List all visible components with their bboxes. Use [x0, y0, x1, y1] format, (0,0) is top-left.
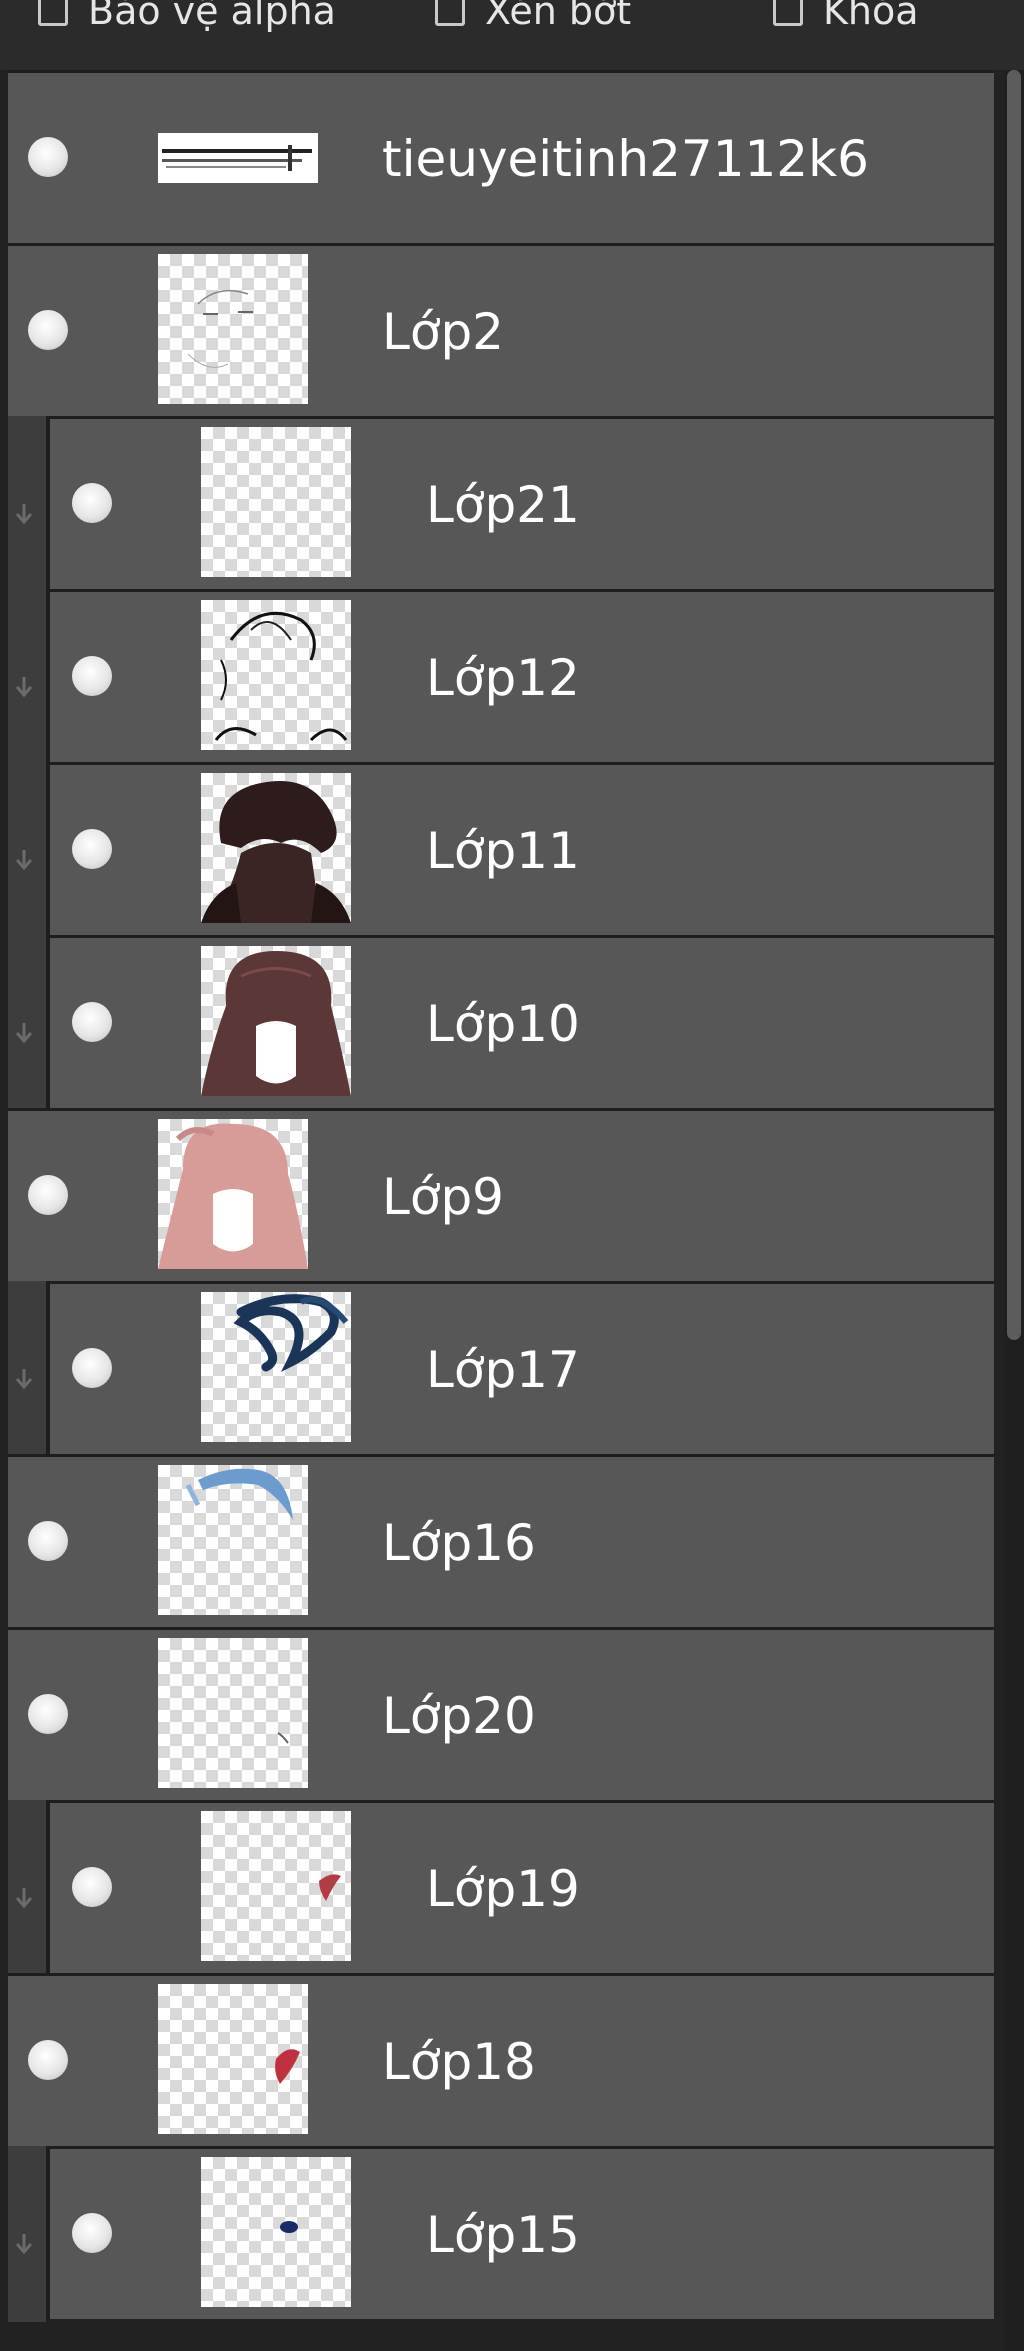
layer-name: Lớp18: [382, 2033, 536, 2091]
clipping-indicator: [8, 1281, 50, 1457]
red-mark-thumbnail-icon: [201, 1811, 351, 1961]
navy-stroke-thumbnail-icon: [201, 1292, 351, 1442]
clipping-indicator: [8, 762, 50, 938]
protect-alpha-label: Bảo vệ alpha: [88, 0, 336, 33]
layer-row[interactable]: Lớp20: [8, 1627, 994, 1800]
lock-checkbox[interactable]: [773, 0, 803, 26]
layer-row[interactable]: Lớp2: [8, 243, 994, 416]
layer-row[interactable]: Lớp21: [8, 416, 994, 592]
visibility-eye-icon[interactable]: [72, 1867, 112, 1907]
visibility-eye-icon[interactable]: [28, 2040, 68, 2080]
layer-name: Lớp19: [426, 1860, 580, 1918]
red-mark-thumbnail-icon: [158, 1984, 308, 2134]
clip-arrow-icon: [15, 677, 33, 698]
layer-row[interactable]: Lớp9: [8, 1108, 994, 1281]
clipping-indicator: [8, 935, 50, 1111]
layer-name: Lớp9: [382, 1168, 504, 1226]
layer-row[interactable]: Lớp17: [8, 1281, 994, 1457]
visibility-eye-icon[interactable]: [72, 2213, 112, 2253]
dark-hair-thumbnail-icon: [201, 773, 351, 923]
layer-name: Lớp15: [426, 2206, 580, 2264]
clip-arrow-icon: [15, 2234, 33, 2255]
layer-name: Lớp10: [426, 995, 580, 1053]
lineart-thumbnail-icon: [201, 600, 351, 750]
layer-name: Lớp16: [382, 1514, 536, 1572]
clipping-indicator: [8, 416, 50, 592]
protect-alpha-checkbox[interactable]: [38, 0, 68, 26]
layer-row[interactable]: Lớp11: [8, 762, 994, 938]
pink-hair-thumbnail-icon: [158, 1119, 308, 1269]
layer-options-bar: Bảo vệ alpha Xén bớt Khóa: [0, 0, 1024, 70]
clip-arrow-icon: [15, 1023, 33, 1044]
blue-stroke-thumbnail-icon: [158, 1465, 308, 1615]
clip-arrow-icon: [15, 1888, 33, 1909]
sketch-thumbnail-icon: [158, 254, 308, 404]
small-mark-thumbnail-icon: [158, 1638, 308, 1788]
layer-row[interactable]: Lớp16: [8, 1454, 994, 1627]
layer-list: tieuyeitinh27112k6 Lớp2 Lớp21 Lớp12 Lớp1…: [8, 70, 994, 2351]
visibility-eye-icon[interactable]: [72, 1348, 112, 1388]
visibility-eye-icon[interactable]: [72, 829, 112, 869]
layer-row[interactable]: Lớp15: [8, 2146, 994, 2322]
layer-row[interactable]: Lớp19: [8, 1800, 994, 1976]
layer-name: Lớp20: [382, 1687, 536, 1745]
lock-option[interactable]: Khóa: [773, 0, 919, 36]
layer-name: Lớp11: [426, 822, 580, 880]
layer-name: Lớp17: [426, 1341, 580, 1399]
clipping-label: Xén bớt: [485, 0, 632, 33]
layer-name: tieuyeitinh27112k6: [382, 130, 869, 188]
visibility-eye-icon[interactable]: [28, 1175, 68, 1215]
clipping-indicator: [8, 589, 50, 765]
layer-row[interactable]: Lớp12: [8, 589, 994, 765]
visibility-eye-icon[interactable]: [72, 483, 112, 523]
visibility-eye-icon[interactable]: [28, 1521, 68, 1561]
clipping-option[interactable]: Xén bớt: [435, 0, 631, 36]
clip-arrow-icon: [15, 1369, 33, 1390]
layer-name: Lớp12: [426, 649, 580, 707]
layer-row[interactable]: tieuyeitinh27112k6: [8, 70, 994, 243]
clipping-indicator: [8, 1800, 50, 1976]
layer-row[interactable]: Lớp18: [8, 1973, 994, 2146]
layer-row[interactable]: Lớp10: [8, 935, 994, 1111]
navy-dot-thumbnail-icon: [201, 2157, 351, 2307]
text-thumbnail-icon: [158, 133, 318, 183]
lock-label: Khóa: [823, 0, 919, 33]
visibility-eye-icon[interactable]: [28, 1694, 68, 1734]
clipping-indicator: [8, 2146, 50, 2322]
layer-name: Lớp21: [426, 476, 580, 534]
brown-hair-thumbnail-icon: [201, 946, 351, 1096]
clip-arrow-icon: [15, 850, 33, 871]
visibility-eye-icon[interactable]: [28, 137, 68, 177]
scrollbar-thumb[interactable]: [1007, 70, 1021, 1340]
visibility-eye-icon[interactable]: [72, 1002, 112, 1042]
visibility-eye-icon[interactable]: [72, 656, 112, 696]
empty-thumbnail-icon: [201, 427, 351, 577]
visibility-eye-icon[interactable]: [28, 310, 68, 350]
layer-name: Lớp2: [382, 303, 504, 361]
layer-list-scrollbar[interactable]: [1004, 70, 1024, 2351]
clip-arrow-icon: [15, 504, 33, 525]
protect-alpha-option[interactable]: Bảo vệ alpha: [38, 0, 336, 36]
clipping-checkbox[interactable]: [435, 0, 465, 26]
